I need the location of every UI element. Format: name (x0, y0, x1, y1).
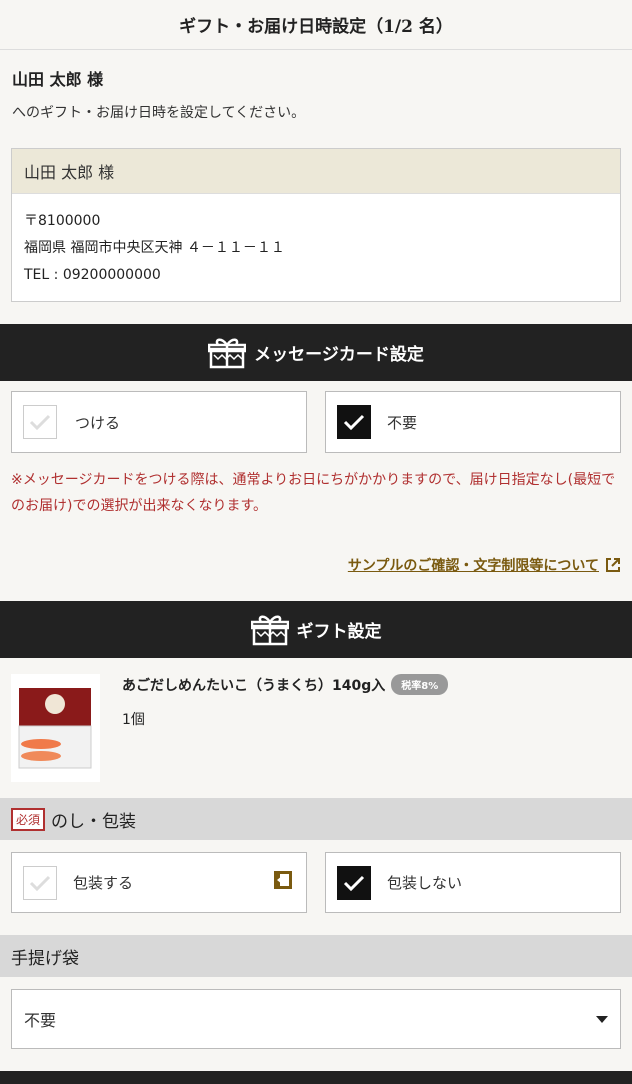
message-card-option-none[interactable]: 不要 (325, 391, 621, 453)
gift-icon (250, 615, 289, 645)
address-card: 山田 太郎 様 〒8100000 福岡県 福岡市中央区天神 ４－１１－１１ TE… (11, 148, 621, 302)
check-icon (29, 414, 51, 431)
product-info: あごだしめんたいこ（うまくち）140g入 税率8% 1個 (100, 674, 449, 798)
gift-section-header: ギフト設定 (0, 601, 632, 658)
address-line: 福岡県 福岡市中央区天神 ４－１１－１１ (24, 240, 285, 256)
product-item: あごだしめんたいこ（うまくち）140g入 税率8% 1個 (0, 658, 632, 798)
page-title: ギフト・お届け日時設定（1/2 名） (0, 0, 632, 50)
recipient-name: 山田 太郎 様 (12, 70, 104, 89)
option-label: 包装しない (387, 874, 463, 892)
checkbox-checked[interactable] (337, 405, 371, 439)
address-body: 〒8100000 福岡県 福岡市中央区天神 ４－１１－１１ TEL : 0920… (12, 194, 620, 301)
recipient-description: へのギフト・お届け日時を設定してください。 (12, 105, 306, 121)
product-name: あごだしめんたいこ（うまくち）140g入 (122, 677, 386, 694)
product-quantity: 1個 (122, 712, 145, 728)
bag-title: 手提げ袋 (11, 948, 79, 969)
noshi-title: のし・包装 (51, 811, 137, 832)
address-tel: TEL : 09200000000 (24, 267, 161, 283)
address-postal: 〒8100000 (24, 213, 101, 229)
message-card-notice: ※メッセージカードをつける際は、通常よりお日にちがかかりますので、届け日指定なし… (11, 472, 616, 514)
external-link-icon (606, 558, 620, 572)
chevron-down-icon (596, 1015, 608, 1023)
checkbox-unchecked[interactable] (23, 405, 57, 439)
option-label: 包装する (73, 874, 134, 892)
noshi-option-no-wrap[interactable]: 包装しない (325, 852, 621, 913)
noshi-option-wrap[interactable]: 包装する (11, 852, 307, 913)
checkbox-checked[interactable] (337, 865, 371, 900)
next-section-header (0, 1071, 632, 1084)
sample-link[interactable]: サンプルのご確認・文字制限等について (0, 519, 632, 575)
option-label: 不要 (387, 413, 418, 432)
message-card-options: つける 不要 (0, 381, 632, 453)
sample-link-text[interactable]: サンプルのご確認・文字制限等について (348, 555, 599, 575)
message-card-title: メッセージカード設定 (254, 345, 424, 365)
checkbox-unchecked[interactable] (23, 865, 57, 900)
check-icon (29, 875, 51, 891)
gift-icon (208, 338, 247, 368)
bag-section-header: 手提げ袋 (0, 935, 632, 977)
message-card-option-attach[interactable]: つける (11, 391, 307, 453)
check-icon (343, 875, 365, 891)
product-name-row: あごだしめんたいこ（うまくち）140g入 税率8% (122, 674, 449, 695)
noshi-section-header: 必須 のし・包装 (0, 798, 632, 840)
tax-badge: 税率8% (391, 674, 449, 695)
check-icon (343, 414, 365, 431)
noshi-options: 包装する 包装しない (0, 840, 632, 913)
info-icon[interactable] (274, 871, 292, 889)
product-image (11, 674, 100, 782)
bag-select-value: 不要 (24, 1011, 57, 1030)
gift-title: ギフト設定 (296, 622, 382, 642)
required-badge: 必須 (11, 807, 46, 831)
bag-select[interactable]: 不要 (11, 989, 621, 1049)
option-label: つける (75, 413, 121, 432)
message-card-section-header: メッセージカード設定 (0, 324, 632, 381)
address-name: 山田 太郎 様 (12, 149, 620, 194)
recipient-section: 山田 太郎 様 へのギフト・お届け日時を設定してください。 (0, 50, 632, 122)
